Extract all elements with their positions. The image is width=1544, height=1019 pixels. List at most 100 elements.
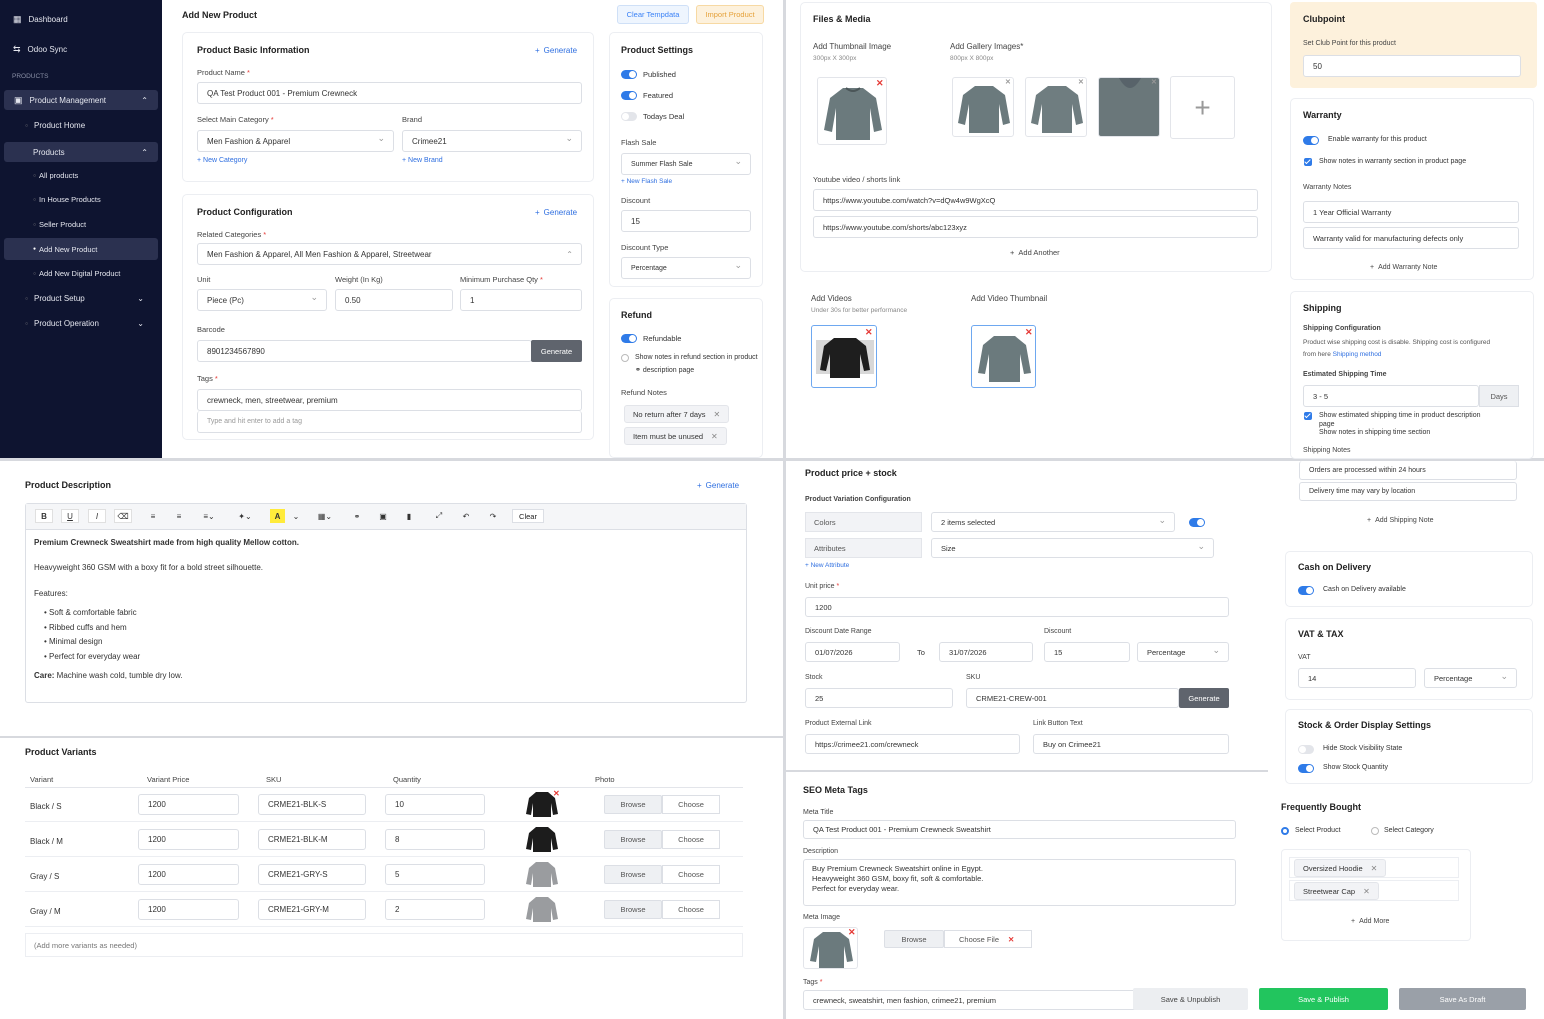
clear-button[interactable]: Clear	[512, 509, 544, 523]
add-another-button[interactable]: + Add Another	[1010, 248, 1060, 257]
close-icon[interactable]: ✕	[1008, 935, 1014, 944]
refundable-toggle[interactable]	[621, 334, 637, 343]
tags-input[interactable]: crewneck, men, streetwear, premium	[197, 389, 582, 411]
table-icon[interactable]: ▦⌄	[312, 509, 338, 523]
clubpoint-input[interactable]: 50	[1303, 55, 1521, 77]
price-discount-input[interactable]: 15	[1044, 642, 1130, 662]
add-shipping-note-button[interactable]: + Add Shipping Note	[1367, 517, 1433, 524]
variant-browse-button[interactable]: Browse	[604, 900, 662, 919]
shipping-method-link[interactable]: Shipping method	[1333, 351, 1382, 358]
sidebar-item-dashboard[interactable]: ▦ Dashboard	[0, 10, 162, 28]
remove-meta-image-icon[interactable]: ✕	[848, 927, 856, 938]
refund-notes-checkbox[interactable]	[621, 354, 629, 362]
variant-qty-input[interactable]: 8	[385, 829, 485, 850]
add-more-button[interactable]: + Add More	[1351, 918, 1389, 925]
discount-to-input[interactable]: 31/07/2026	[939, 642, 1033, 662]
remove-gallery-icon[interactable]: ✕	[1005, 78, 1011, 86]
barcode-input[interactable]: 8901234567890	[197, 340, 532, 362]
remove-variant-photo-icon[interactable]: ✕	[553, 789, 560, 798]
colors-toggle[interactable]	[1189, 518, 1205, 527]
gallery-image[interactable]	[1098, 77, 1160, 137]
save-draft-button[interactable]: Save As Draft	[1399, 988, 1526, 1010]
sidebar-item-products[interactable]: Products ⌃	[4, 142, 158, 162]
variant-qty-input[interactable]: 5	[385, 864, 485, 885]
price-discount-type-select[interactable]: Percentage	[1137, 642, 1229, 662]
sidebar-item-all-products[interactable]: ○ All products	[0, 171, 162, 180]
underline-button[interactable]: U	[61, 509, 79, 523]
warranty-note-1[interactable]: 1 Year Official Warranty	[1303, 201, 1519, 223]
warranty-toggle[interactable]	[1303, 136, 1319, 145]
sku-generate-button[interactable]: Generate	[1179, 688, 1229, 708]
youtube-input-1[interactable]: https://www.youtube.com/watch?v=dQw4w9Wg…	[813, 189, 1258, 211]
variant-qty-input[interactable]: 2	[385, 899, 485, 920]
link-icon[interactable]: ⚭	[348, 509, 366, 523]
meta-choose-file[interactable]: Choose File ✕	[944, 930, 1032, 948]
frequent-item-chip[interactable]: Oversized Hoodie ✕	[1294, 859, 1387, 877]
variant-browse-button[interactable]: Browse	[604, 795, 662, 814]
fullscreen-icon[interactable]: ⤢	[430, 509, 448, 523]
sidebar-item-in-house[interactable]: ○ In House Products	[0, 195, 162, 204]
gallery-image[interactable]	[952, 77, 1014, 137]
meta-description-input[interactable]: Buy Premium Crewneck Sweatshirt online i…	[803, 859, 1236, 906]
discount-input[interactable]: 15	[621, 210, 751, 232]
barcode-generate-button[interactable]: Generate	[531, 340, 582, 362]
new-brand-link[interactable]: + New Brand	[402, 157, 443, 164]
chevron-down-icon[interactable]: ⌄	[290, 509, 302, 523]
cod-toggle[interactable]	[1298, 586, 1314, 595]
clear-template-button[interactable]: Clear Tempdata	[617, 5, 689, 24]
sidebar-item-odoo-sync[interactable]: ⇆ Odoo Sync	[0, 40, 162, 58]
variant-sku-input[interactable]: CRME21-BLK-M	[258, 829, 366, 850]
variant-sku-input[interactable]: CRME21-GRY-S	[258, 864, 366, 885]
warranty-notes-checkbox[interactable]	[1304, 158, 1312, 166]
attributes-select[interactable]: Size	[931, 538, 1214, 558]
sidebar-item-seller-product[interactable]: ○ Seller Product	[0, 220, 162, 229]
sidebar-item-product-operation[interactable]: ○ Product Operation ⌄	[0, 319, 162, 328]
generate-config-button[interactable]: + Generate	[535, 208, 577, 217]
frequent-item-chip[interactable]: Streetwear Cap ✕	[1294, 882, 1379, 900]
italic-button[interactable]: I	[88, 509, 106, 523]
meta-title-input[interactable]: QA Test Product 001 - Premium Crewneck S…	[803, 820, 1236, 839]
add-warranty-note-button[interactable]: + Add Warranty Note	[1370, 264, 1437, 271]
generate-basic-button[interactable]: + Generate	[535, 46, 577, 55]
shipping-note-2[interactable]: Delivery time may vary by location	[1299, 482, 1517, 501]
weight-input[interactable]: 0.50	[335, 289, 453, 311]
meta-browse-button[interactable]: Browse	[884, 930, 944, 948]
style-icon[interactable]: ✦⌄	[232, 509, 258, 523]
select-product-radio[interactable]	[1281, 827, 1289, 835]
variant-price-input[interactable]: 1200	[138, 794, 239, 815]
published-toggle[interactable]	[621, 70, 637, 79]
show-stock-toggle[interactable]	[1298, 764, 1314, 773]
hide-stock-toggle[interactable]	[1298, 745, 1314, 754]
flash-sale-select[interactable]: Summer Flash Sale	[621, 153, 751, 175]
stock-input[interactable]: 25	[805, 688, 953, 708]
tag-entry-input[interactable]: Type and hit enter to add a tag	[197, 411, 582, 433]
related-categories-select[interactable]: Men Fashion & Apparel, All Men Fashion &…	[197, 243, 582, 265]
variant-qty-input[interactable]: 10	[385, 794, 485, 815]
sidebar-item-product-home[interactable]: ○ Product Home	[0, 121, 162, 130]
align-icon[interactable]: ≡⌄	[196, 509, 222, 523]
sidebar-item-add-new-product[interactable]: ● Add New Product	[4, 238, 158, 260]
import-product-button[interactable]: Import Product	[696, 5, 764, 24]
product-name-input[interactable]: QA Test Product 001 - Premium Crewneck	[197, 82, 582, 104]
discount-from-input[interactable]: 01/07/2026	[805, 642, 900, 662]
remove-thumbnail-icon[interactable]: ✕	[876, 78, 884, 89]
image-icon[interactable]: ▣	[374, 509, 392, 523]
variant-browse-button[interactable]: Browse	[604, 830, 662, 849]
unit-price-input[interactable]: 1200	[805, 597, 1229, 617]
variant-sku-input[interactable]: CRME21-GRY-M	[258, 899, 366, 920]
new-flash-sale-link[interactable]: + New Flash Sale	[621, 178, 672, 185]
gallery-image[interactable]	[1025, 77, 1087, 137]
save-unpublish-button[interactable]: Save & Unpublish	[1133, 988, 1248, 1010]
bold-button[interactable]: B	[35, 509, 53, 523]
variant-price-input[interactable]: 1200	[138, 899, 239, 920]
warranty-note-2[interactable]: Warranty valid for manufacturing defects…	[1303, 227, 1519, 249]
todays-deal-toggle[interactable]	[621, 112, 637, 121]
colors-select[interactable]: 2 items selected	[931, 512, 1175, 532]
unit-select[interactable]: Piece (Pc)	[197, 289, 327, 311]
min-qty-input[interactable]: 1	[460, 289, 582, 311]
generate-description-button[interactable]: + Generate	[697, 481, 739, 490]
shipping-note-1[interactable]: Orders are processed within 24 hours	[1299, 461, 1517, 480]
new-attribute-link[interactable]: + New Attribute	[805, 562, 849, 569]
eraser-icon[interactable]: ⌫	[114, 509, 132, 523]
shipping-time-checkbox[interactable]	[1304, 412, 1312, 420]
